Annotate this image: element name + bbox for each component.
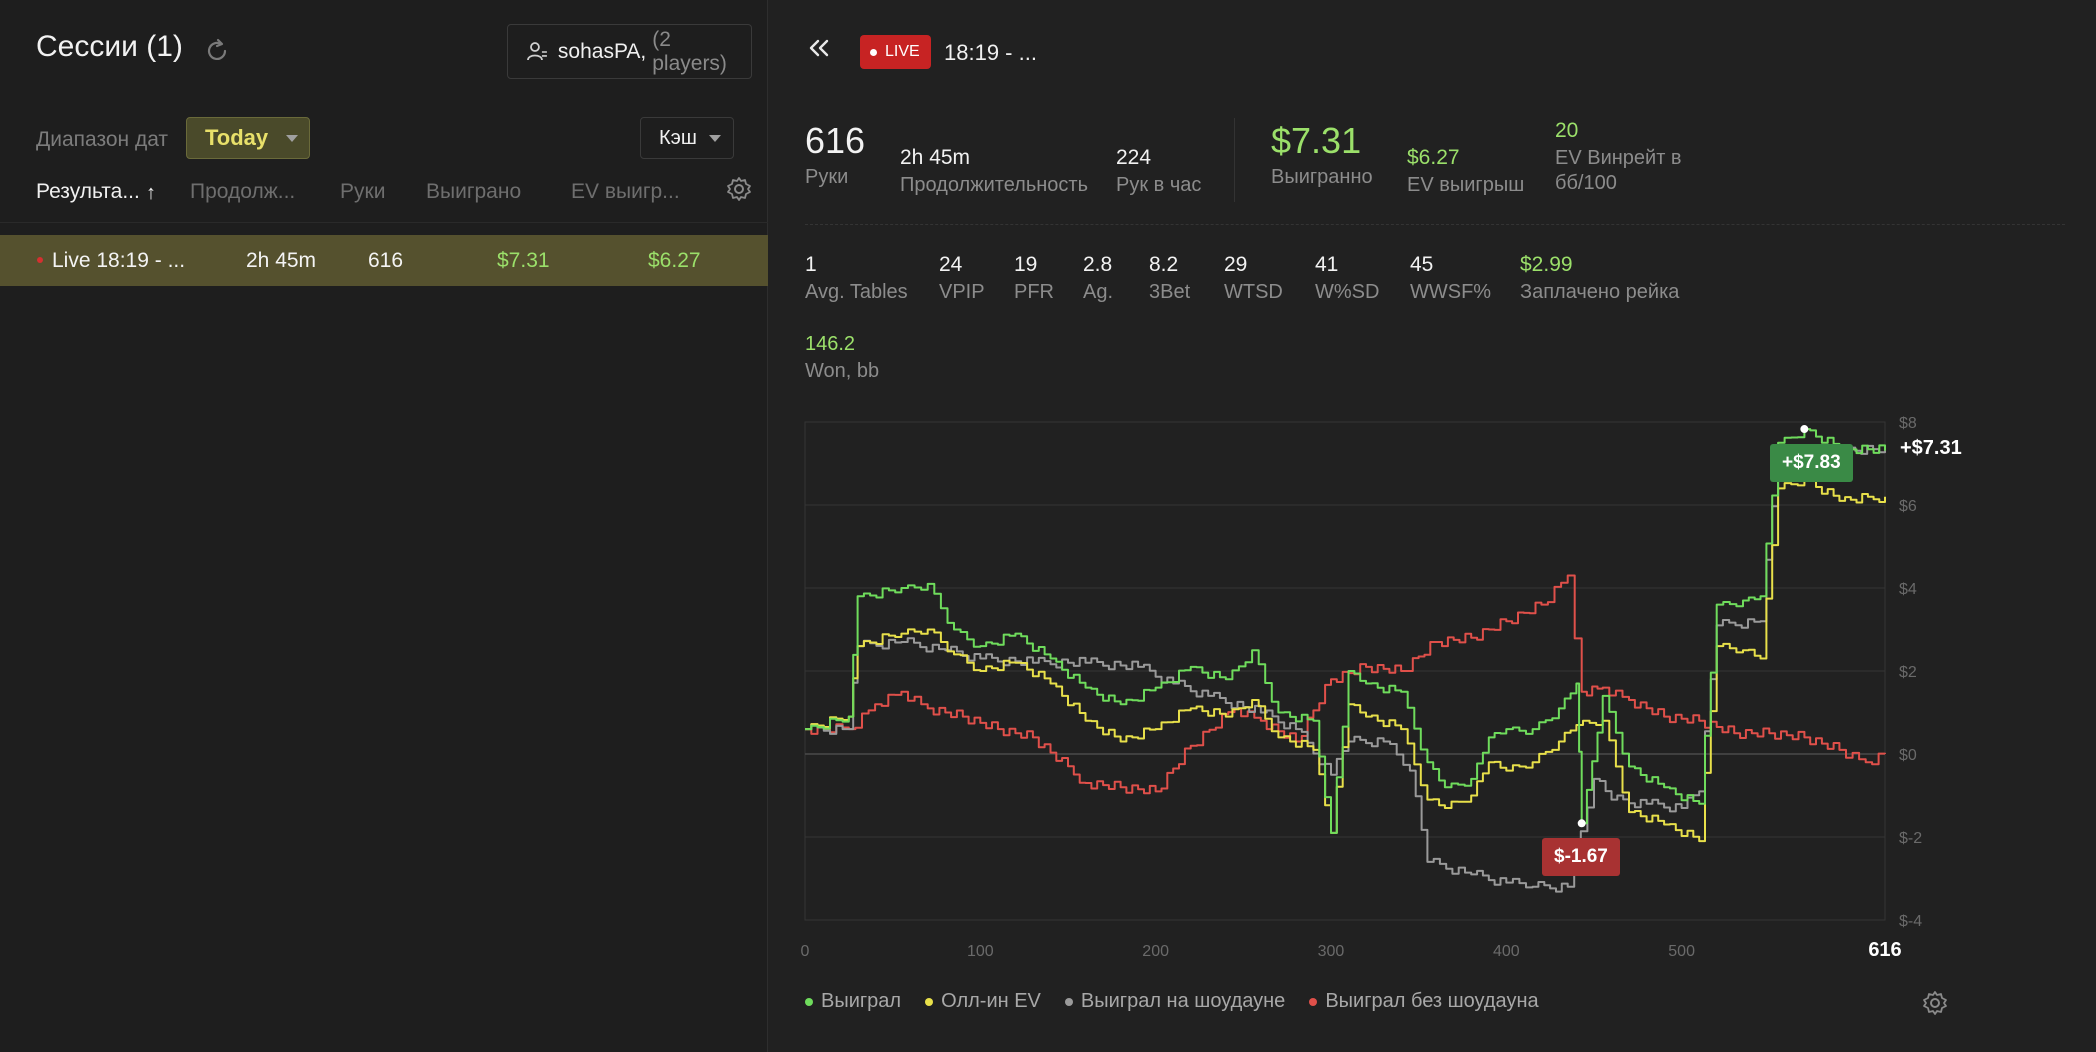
sessions-header: Сессии (1)	[36, 30, 183, 64]
legend-dot-icon	[1309, 997, 1318, 1006]
legend-dot-icon	[925, 997, 934, 1006]
legend-label: Выиграл на шоудауне	[1080, 990, 1286, 1012]
min-point-marker	[1577, 819, 1586, 828]
gear-icon[interactable]	[1922, 990, 1948, 1016]
user-icon	[527, 41, 547, 60]
chart-min-tag: $-1.67	[1542, 838, 1620, 876]
y-tick-label: $6	[1899, 498, 1917, 515]
legend-label: Олл-ин EV	[941, 990, 1041, 1012]
session-duration: 2h 45m	[246, 249, 317, 272]
legend-item-allin-ev[interactable]: Олл-ин EV	[925, 990, 1041, 1013]
series-line-2	[805, 444, 1886, 893]
y-tick-label: $0	[1899, 747, 1917, 764]
game-type-dropdown[interactable]: Кэш	[640, 117, 734, 159]
series-line-1	[805, 479, 1886, 843]
x-tick-label: 200	[1142, 943, 1169, 960]
y-tick-label: $-2	[1899, 830, 1922, 847]
table-row[interactable]: Live 18:19 - ... 2h 45m 616 $7.31 $6.27	[0, 235, 768, 286]
date-range-label: Диапазон дат	[36, 128, 169, 151]
x-tick-label: 400	[1493, 943, 1520, 960]
y-tick-label: $2	[1899, 664, 1917, 681]
player-selector-button[interactable]: sohasPA, (2 players)	[507, 24, 752, 79]
session-won: $7.31	[497, 249, 550, 272]
date-range-dropdown[interactable]: Today	[186, 117, 310, 159]
legend-dot-icon	[805, 997, 813, 1006]
max-point-marker	[1800, 425, 1809, 434]
chart-max-tag: +$7.83	[1770, 444, 1853, 482]
sessions-table-header: Результа... Продолж... Руки Выиграно EV …	[0, 180, 768, 210]
divider	[0, 222, 768, 223]
x-tick-label: 300	[1318, 943, 1345, 960]
gear-icon[interactable]	[726, 176, 752, 202]
chevron-down-icon	[708, 134, 721, 142]
x-tick-label: 0	[801, 943, 810, 960]
player-name: sohasPA,	[557, 39, 647, 63]
legend-label: Выиграл без шоудауна	[1325, 990, 1539, 1012]
x-tick-label: 100	[967, 943, 994, 960]
sessions-panel: Сессии (1) sohasPA, (2 players) Диапазон…	[0, 0, 768, 1052]
chart-legend: Выиграл Олл-ин EV Выиграл на шоудауне Вы…	[805, 990, 1563, 1013]
date-range-value: Today	[205, 125, 269, 150]
column-header-duration[interactable]: Продолж...	[190, 180, 295, 204]
legend-label: Выиграл	[821, 990, 902, 1012]
y-tick-label: $-4	[1899, 913, 1922, 930]
session-detail-panel: LIVE 18:19 - ... 616 Руки 2h 45m Продолж…	[769, 0, 2096, 1052]
chevron-down-icon	[286, 134, 299, 142]
chart-end-value-label: +$7.31	[1900, 437, 1962, 459]
legend-dot-icon	[1064, 997, 1073, 1006]
session-hands: 616	[368, 249, 404, 272]
x-tick-label: 616	[1868, 939, 1901, 961]
refresh-icon[interactable]	[204, 38, 230, 64]
column-header-result[interactable]: Результа...	[36, 180, 140, 204]
sort-ascending-icon[interactable]: ↑	[146, 182, 156, 205]
session-name: Live 18:19 - ...	[52, 249, 186, 272]
series-line-3	[805, 574, 1886, 795]
y-tick-label: $4	[1899, 581, 1917, 598]
legend-item-won[interactable]: Выиграл	[805, 990, 901, 1013]
column-header-hands[interactable]: Руки	[340, 180, 385, 204]
live-indicator-dot	[37, 257, 43, 263]
session-ev-won: $6.27	[648, 249, 701, 272]
legend-item-non-showdown[interactable]: Выиграл без шоудауна	[1309, 990, 1539, 1013]
legend-item-showdown[interactable]: Выиграл на шоудауне	[1064, 990, 1286, 1013]
app-window: Сессии (1) sohasPA, (2 players) Диапазон…	[0, 0, 2096, 1052]
winnings-chart: $-4 $-2 $0 $2 $4 $6 $8 0 100 200 300 400 500 616	[801, 415, 1923, 961]
game-type-value: Кэш	[659, 126, 697, 149]
x-tick-label: 500	[1668, 943, 1695, 960]
column-header-won[interactable]: Выиграно	[426, 180, 521, 204]
player-count: (2 players)	[652, 27, 727, 75]
column-header-ev-won[interactable]: EV выигр...	[571, 180, 680, 204]
sessions-title: Сессии (1)	[36, 30, 183, 63]
series-line-0	[805, 428, 1886, 834]
y-tick-label: $8	[1899, 415, 1917, 432]
